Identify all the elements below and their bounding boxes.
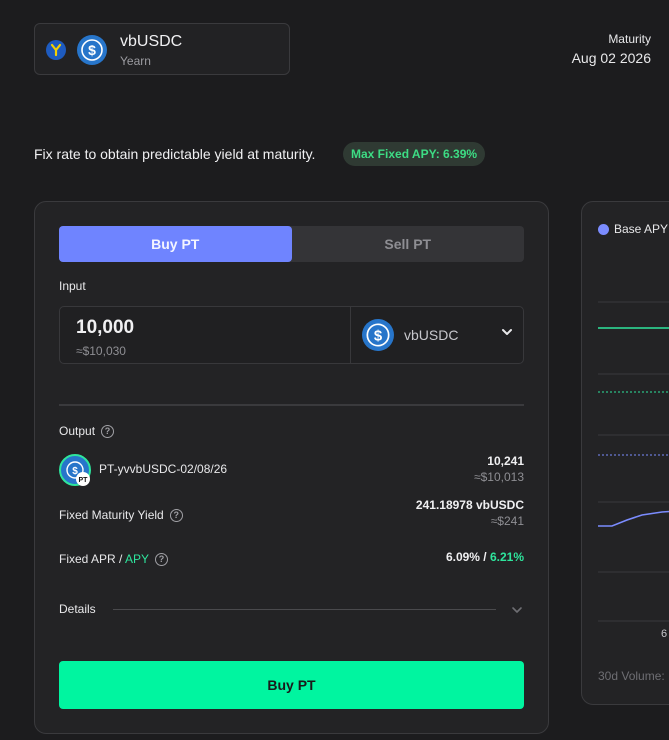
x-tick-label: 6: [661, 628, 668, 640]
apy-label-text: APY: [125, 552, 150, 566]
apr-label-text: Fixed APR /: [59, 552, 126, 566]
output-label: Output ?: [59, 424, 115, 438]
tagline: Fix rate to obtain predictable yield at …: [34, 146, 316, 162]
token-name: vbUSDC: [404, 327, 459, 343]
usdc-icon: $: [362, 319, 394, 351]
fixed-yield-label: Fixed Maturity Yield ?: [59, 508, 183, 522]
max-apy-badge: Max Fixed APY: 6.39%: [343, 142, 486, 166]
chevron-down-icon[interactable]: [510, 603, 524, 622]
amount-input[interactable]: 10,000: [76, 317, 134, 339]
asset-name: vbUSDC: [120, 33, 183, 50]
svg-text:$: $: [374, 327, 383, 344]
tab-sell-pt[interactable]: Sell PT: [292, 226, 525, 262]
fixed-yield-fiat: ≈$241: [490, 514, 524, 528]
amount-input-box: 10,000 ≈$10,030 $ vbUSDC: [59, 306, 524, 364]
legend-label: Base APY: [614, 222, 669, 236]
fixed-yield-value: 241.18978 vbUSDC: [415, 498, 524, 512]
trade-panel: Buy PT Sell PT Input 10,000 ≈$10,030 $ v…: [34, 201, 549, 734]
legend-dot: [598, 223, 609, 235]
pt-badge: PT: [79, 477, 89, 484]
details-label[interactable]: Details: [59, 602, 96, 616]
yearn-icon: [46, 40, 66, 60]
trade-tabs: Buy PT Sell PT: [59, 226, 524, 262]
chart-panel: Base APY 6 30d Volume:: [581, 201, 669, 705]
asset-protocol: Yearn: [120, 54, 151, 68]
pt-fiat: ≈$10,013: [474, 470, 524, 484]
chevron-down-icon: [500, 325, 514, 344]
output-label-text: Output: [59, 424, 96, 438]
apr-apy-label: Fixed APR / APY ?: [59, 552, 169, 566]
svg-text:$: $: [88, 42, 96, 58]
chart-legend: Base APY: [598, 222, 668, 236]
volume-label: 30d Volume:: [598, 669, 665, 683]
usdc-icon: $: [77, 35, 107, 65]
pt-token-icon: $ PT: [59, 454, 91, 486]
tab-buy-pt[interactable]: Buy PT: [59, 226, 292, 262]
help-icon[interactable]: ?: [169, 508, 183, 522]
token-select[interactable]: $ vbUSDC: [350, 307, 525, 363]
base-apy-line: [598, 510, 669, 527]
divider: [59, 404, 524, 406]
help-icon[interactable]: ?: [101, 424, 115, 438]
pt-token-name: PT-yvvbUSDC-02/08/26: [99, 462, 228, 476]
maturity-label: Maturity: [608, 32, 651, 46]
buy-pt-button[interactable]: Buy PT: [59, 661, 524, 709]
asset-card: $ vbUSDC Yearn: [34, 23, 290, 75]
maturity-date: Aug 02 2026: [571, 50, 651, 66]
apy-value: 6.21%: [489, 550, 524, 564]
help-icon[interactable]: ?: [155, 552, 169, 566]
pt-amount: 10,241: [487, 454, 524, 468]
details-divider: [113, 609, 496, 610]
input-label: Input: [59, 279, 86, 293]
apr-apy-value: 6.09% / 6.21%: [446, 550, 524, 564]
apr-value: 6.09% /: [445, 550, 490, 564]
fixed-yield-label-text: Fixed Maturity Yield: [59, 508, 164, 522]
apy-chart: [598, 301, 669, 622]
amount-fiat: ≈$10,030: [76, 344, 126, 358]
